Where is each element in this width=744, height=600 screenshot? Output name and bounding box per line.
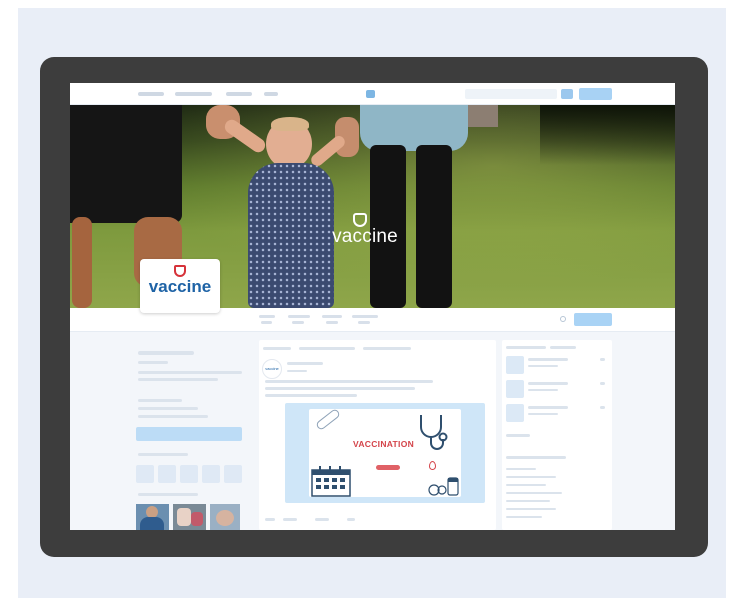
vaccination-illustration: VACCINATION bbox=[309, 407, 461, 497]
gallery-photo[interactable] bbox=[173, 504, 206, 530]
tab-item[interactable] bbox=[259, 315, 275, 318]
gallery-photo[interactable] bbox=[210, 504, 240, 530]
search-input[interactable] bbox=[465, 89, 557, 99]
nav-link[interactable] bbox=[264, 92, 278, 96]
profile-logo-card[interactable]: vaccine bbox=[140, 259, 220, 313]
join-button[interactable] bbox=[579, 88, 612, 100]
site-logo-icon[interactable] bbox=[366, 90, 375, 98]
follow-suggestion-button[interactable] bbox=[600, 358, 605, 361]
comment-button[interactable] bbox=[283, 518, 297, 521]
top-nav bbox=[70, 83, 675, 105]
illustration-button bbox=[376, 465, 400, 470]
employee-avatar[interactable] bbox=[202, 465, 220, 483]
employee-avatar[interactable] bbox=[136, 465, 154, 483]
nav-link[interactable] bbox=[138, 92, 164, 96]
tab-item[interactable] bbox=[322, 315, 342, 318]
nav-link[interactable] bbox=[226, 92, 252, 96]
view-all-link[interactable] bbox=[506, 434, 530, 437]
illustration-title: VACCINATION bbox=[353, 439, 415, 449]
suggestion-avatar[interactable] bbox=[506, 380, 524, 398]
right-sidebar bbox=[502, 340, 612, 530]
follow-suggestion-button[interactable] bbox=[600, 406, 605, 409]
suggestion-avatar[interactable] bbox=[506, 404, 524, 422]
drop-icon bbox=[429, 461, 436, 470]
suggestion-avatar[interactable] bbox=[506, 356, 524, 374]
profile-name: vaccine bbox=[148, 277, 212, 296]
search-icon[interactable] bbox=[561, 89, 573, 99]
employee-avatar[interactable] bbox=[224, 465, 242, 483]
filter-tab[interactable] bbox=[363, 347, 411, 350]
avatar[interactable]: vaccine bbox=[262, 359, 282, 379]
post-card: vaccine VACCINATION bbox=[259, 340, 496, 530]
bandage-icon bbox=[314, 407, 342, 432]
adult-left bbox=[70, 105, 182, 223]
tab-item[interactable] bbox=[352, 315, 378, 318]
employee-avatar[interactable] bbox=[158, 465, 176, 483]
share-button[interactable] bbox=[315, 518, 329, 521]
employee-avatar[interactable] bbox=[180, 465, 198, 483]
follow-suggestion-button[interactable] bbox=[600, 382, 605, 385]
gallery-photo[interactable] bbox=[136, 504, 169, 530]
tab-item[interactable] bbox=[288, 315, 310, 318]
post-image[interactable]: VACCINATION bbox=[285, 403, 485, 503]
left-sidebar bbox=[136, 341, 246, 530]
screen: vaccine vaccine vaccine VACCINATION bbox=[70, 83, 675, 530]
follow-button[interactable] bbox=[574, 313, 612, 326]
calendar-icon bbox=[311, 466, 351, 497]
pills-icon bbox=[428, 477, 459, 496]
visit-website-button[interactable] bbox=[136, 427, 242, 441]
nav-link[interactable] bbox=[175, 92, 212, 96]
shield-icon bbox=[174, 265, 186, 277]
shield-icon bbox=[353, 213, 367, 227]
cover-logo-text: vaccine bbox=[332, 226, 398, 247]
more-icon[interactable] bbox=[560, 316, 566, 322]
filter-tab[interactable] bbox=[263, 347, 291, 350]
filter-tab[interactable] bbox=[299, 347, 355, 350]
like-button[interactable] bbox=[265, 518, 275, 521]
send-button[interactable] bbox=[347, 518, 355, 521]
